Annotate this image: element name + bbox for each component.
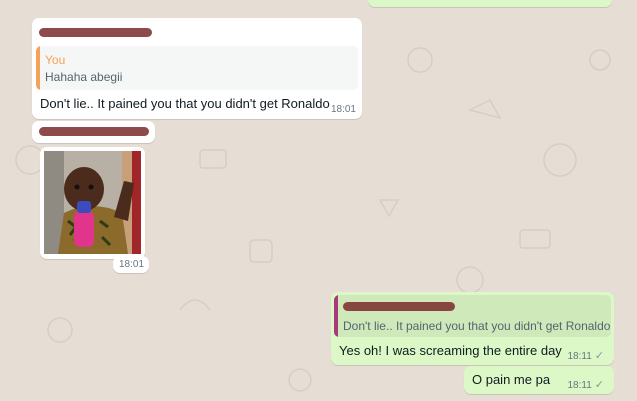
message-meta: 18:11 ✓	[567, 349, 604, 362]
message-time: 18:11	[567, 380, 592, 391]
quote-text: Don't lie.. It pained you that you didn'…	[343, 319, 611, 333]
quote-text: Hahaha abegii	[45, 70, 123, 84]
photo-thumbnail[interactable]	[44, 151, 141, 254]
quote-author: You	[45, 53, 66, 67]
message-time: 18:01	[330, 104, 356, 115]
quote-bar	[334, 295, 338, 337]
single-check-icon: ✓	[594, 379, 604, 391]
previous-outgoing-bubble	[368, 0, 612, 7]
message-text: Yes oh! I was screaming the entire day	[339, 343, 562, 358]
message-meta: 18:11 ✓	[567, 378, 604, 391]
outgoing-message-bubble[interactable]: Don't lie.. It pained you that you didn'…	[331, 292, 614, 365]
image-time-pill: 18:01	[113, 256, 149, 273]
incoming-image-bubble[interactable]	[40, 147, 145, 259]
redacted-quote-author	[343, 302, 455, 311]
outgoing-message-bubble[interactable]: O pain me pa 18:11 ✓	[464, 366, 614, 394]
message-time: 18:01	[119, 259, 145, 270]
message-text: Don't lie.. It pained you that you didn'…	[40, 96, 330, 111]
quoted-message[interactable]: You Hahaha abegii	[36, 46, 358, 90]
redacted-sender-name	[39, 127, 149, 136]
redacted-sender-name	[39, 28, 152, 37]
incoming-sender-bubble	[32, 121, 155, 143]
message-text: O pain me pa	[472, 372, 551, 387]
single-check-icon: ✓	[594, 350, 604, 362]
message-time: 18:11	[567, 351, 592, 362]
quote-bar	[36, 46, 40, 90]
incoming-message-bubble[interactable]: You Hahaha abegii Don't lie.. It pained …	[32, 18, 362, 119]
quoted-message[interactable]: Don't lie.. It pained you that you didn'…	[334, 295, 611, 337]
